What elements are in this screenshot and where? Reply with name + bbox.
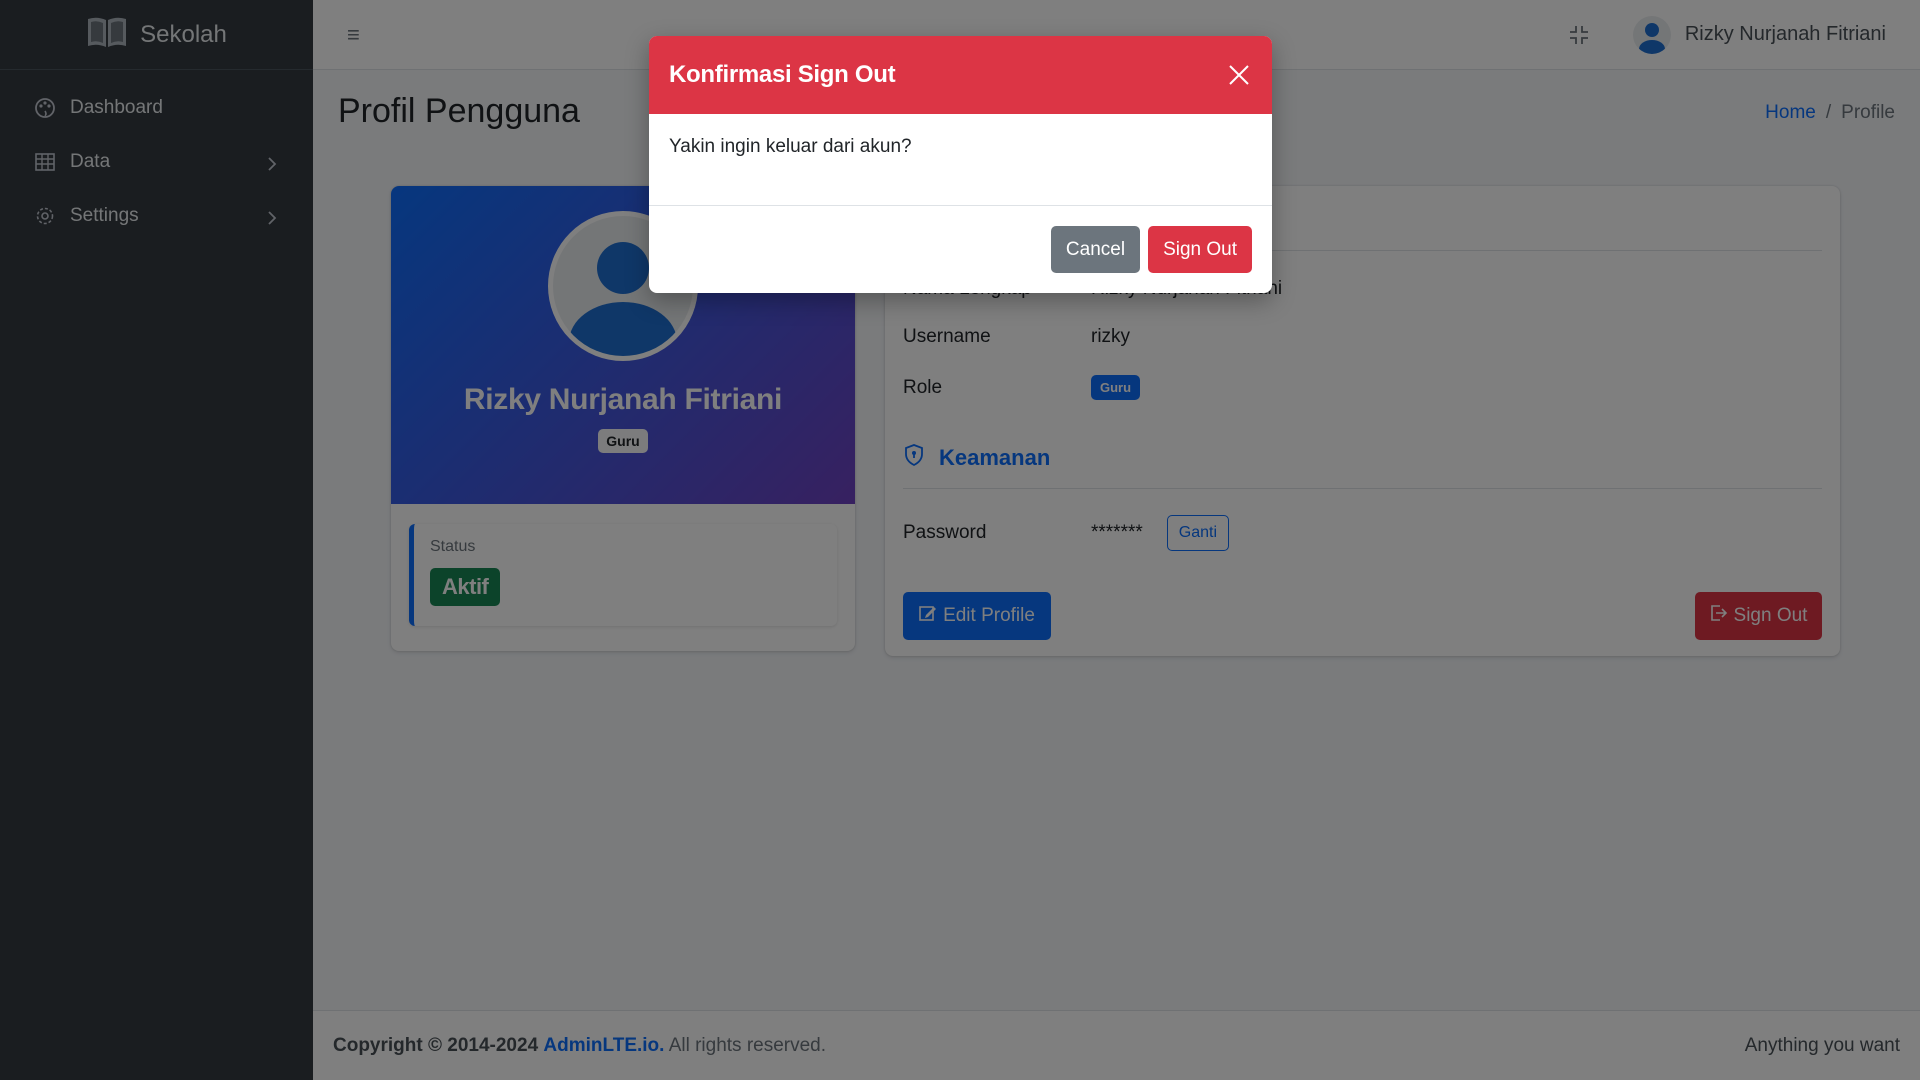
modal-title: Konfirmasi Sign Out	[669, 61, 896, 88]
modal-message: Yakin ingin keluar dari akun?	[669, 136, 912, 157]
modal-body: Yakin ingin keluar dari akun?	[649, 114, 1272, 206]
sign-out-modal: Konfirmasi Sign Out Yakin ingin keluar d…	[649, 36, 1272, 293]
cancel-button[interactable]: Cancel	[1050, 226, 1141, 273]
close-icon[interactable]	[1226, 62, 1252, 88]
modal-header: Konfirmasi Sign Out	[649, 36, 1272, 114]
confirm-sign-out-button[interactable]: Sign Out	[1148, 226, 1252, 273]
modal-footer: Cancel Sign Out	[649, 206, 1272, 293]
